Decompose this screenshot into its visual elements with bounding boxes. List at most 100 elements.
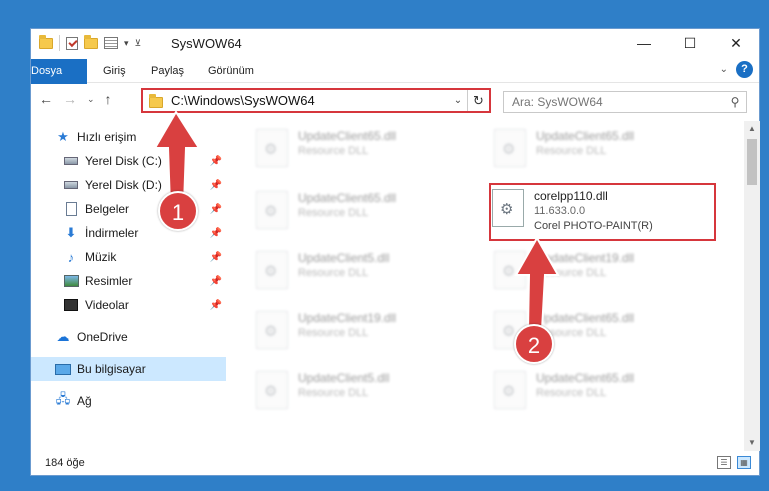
pin-icon[interactable]: 📌 <box>210 276 222 287</box>
quick-access-toolbar: ▾ ⊻ <box>39 34 142 51</box>
list-item[interactable]: UpdateClient19.dll Resource DLL <box>256 307 486 357</box>
up-arrow-icon[interactable]: ↑ <box>105 91 112 107</box>
tab-view[interactable]: Görünüm <box>198 59 264 83</box>
scrollbar-thumb[interactable] <box>747 139 757 185</box>
sidebar-item-label: Belgeler <box>85 202 130 216</box>
folder-icon <box>149 93 163 108</box>
star-icon: ★ <box>57 129 69 144</box>
properties-check-icon[interactable] <box>66 36 78 50</box>
file-description: Resource DLL <box>536 145 607 157</box>
step-2-badge: 2 <box>514 324 554 364</box>
file-list: UpdateClient65.dll Resource DLL UpdateCli… <box>226 121 744 451</box>
search-input[interactable] <box>512 95 724 109</box>
customize-toolbar-icon[interactable]: ⊻ <box>135 38 142 49</box>
minimize-button[interactable]: — <box>621 29 667 57</box>
refresh-icon[interactable]: ↻ <box>467 90 489 111</box>
tab-home[interactable]: Giriş <box>93 59 136 83</box>
details-view-icon[interactable]: ☰ <box>717 456 731 469</box>
file-name: UpdateClient65.dll <box>536 311 635 325</box>
sidebar-item-network[interactable]: 🖧 Ağ <box>31 389 226 413</box>
forward-arrow-icon[interactable]: → <box>63 91 77 107</box>
network-icon: 🖧 <box>55 391 71 406</box>
pin-icon[interactable]: 📌 <box>210 180 222 191</box>
sidebar-item-pictures[interactable]: Resimler 📌 <box>31 269 226 293</box>
file-name: UpdateClient65.dll <box>298 191 397 205</box>
chevron-down-icon[interactable]: ▾ <box>124 38 129 49</box>
search-box[interactable]: ⚲ <box>503 91 747 113</box>
sidebar-item-onedrive[interactable]: ☁ OneDrive <box>31 325 226 349</box>
pin-icon[interactable]: 📌 <box>210 228 222 239</box>
view-switcher: ☰ ▦ <box>717 456 751 469</box>
help-icon[interactable]: ? <box>736 61 753 78</box>
chevron-down-icon[interactable]: ⌄ <box>449 95 467 106</box>
ribbon-tabs: Dosya Giriş Paylaş Görünüm ⌄ ? <box>31 59 759 109</box>
file-description: Resource DLL <box>298 207 369 219</box>
file-description: Resource DLL <box>536 387 607 399</box>
navigation-bar: ← → ⌄ ↑ C:\Windows\SysWOW64 ⌄ ↻ ⚲ <box>31 84 759 116</box>
video-icon <box>63 298 79 312</box>
sidebar-item-quick-access[interactable]: ★ Hızlı erişim <box>31 125 226 149</box>
sidebar-item-label: Yerel Disk (D:) <box>85 178 162 192</box>
list-item[interactable]: UpdateClient19.dll Resource DLL <box>494 247 724 297</box>
dll-file-icon <box>256 371 288 409</box>
drive-icon <box>63 154 79 168</box>
list-item[interactable]: UpdateClient65.dll Resource DLL <box>494 367 724 417</box>
file-name: UpdateClient19.dll <box>536 251 635 265</box>
sidebar-item-label: Resimler <box>85 274 133 288</box>
sidebar-item-downloads[interactable]: ⬇ İndirmeler 📌 <box>31 221 226 245</box>
sidebar-item-label: Müzik <box>85 250 117 264</box>
explorer-window: ▾ ⊻ SysWOW64 — ☐ ✕ Dosya Giriş Paylaş Gö… <box>30 28 760 476</box>
dll-file-icon <box>494 251 526 289</box>
sidebar-item-local-disk-c[interactable]: Yerel Disk (C:) 📌 <box>31 149 226 173</box>
list-item[interactable]: UpdateClient5.dll Resource DLL <box>256 367 486 417</box>
file-description: Resource DLL <box>298 267 369 279</box>
sidebar-item-music[interactable]: ♪ Müzik 📌 <box>31 245 226 269</box>
dll-file-icon <box>494 129 526 167</box>
navigation-buttons: ← → ⌄ ↑ <box>39 91 112 107</box>
sidebar-item-label: Bu bilgisayar <box>77 362 146 376</box>
maximize-button[interactable]: ☐ <box>667 29 713 57</box>
pin-icon[interactable]: 📌 <box>210 156 222 167</box>
dll-file-icon <box>256 129 288 167</box>
pin-icon[interactable]: 📌 <box>210 252 222 263</box>
sidebar-item-this-pc[interactable]: Bu bilgisayar <box>31 357 226 381</box>
list-item[interactable]: UpdateClient65.dll Resource DLL <box>494 125 724 175</box>
recent-locations-icon[interactable]: ⌄ <box>87 94 95 105</box>
file-description: Resource DLL <box>298 387 369 399</box>
music-icon: ♪ <box>67 249 75 265</box>
sidebar-item-label: Videolar <box>85 298 129 312</box>
view-options-icon[interactable] <box>104 37 118 49</box>
list-item[interactable]: UpdateClient65.dll Resource DLL <box>256 187 486 237</box>
list-item[interactable]: UpdateClient5.dll Resource DLL <box>256 247 486 297</box>
folder-icon <box>39 34 53 49</box>
pin-icon[interactable]: 📌 <box>210 300 222 311</box>
file-description: Resource DLL <box>298 327 369 339</box>
address-bar[interactable]: C:\Windows\SysWOW64 ⌄ ↻ <box>141 88 491 113</box>
back-arrow-icon[interactable]: ← <box>39 91 53 107</box>
download-icon: ⬇ <box>65 225 77 240</box>
tiles-view-icon[interactable]: ▦ <box>737 456 751 469</box>
dll-file-icon <box>494 371 526 409</box>
sidebar-item-label: Yerel Disk (C:) <box>85 154 162 168</box>
search-icon[interactable]: ⚲ <box>724 95 746 109</box>
vertical-scrollbar[interactable]: ▲ ▼ <box>744 121 760 451</box>
document-icon <box>63 202 79 216</box>
sidebar-item-local-disk-d[interactable]: Yerel Disk (D:) 📌 <box>31 173 226 197</box>
expand-ribbon-icon[interactable]: ⌄ <box>720 64 728 75</box>
file-highlight-box <box>489 183 716 241</box>
file-description: Resource DLL <box>536 267 607 279</box>
file-name: UpdateClient65.dll <box>298 129 397 143</box>
scroll-down-icon[interactable]: ▼ <box>744 435 760 451</box>
new-folder-icon[interactable] <box>84 34 98 49</box>
sidebar-item-videos[interactable]: Videolar 📌 <box>31 293 226 317</box>
tab-share[interactable]: Paylaş <box>141 59 194 83</box>
dll-file-icon <box>256 191 288 229</box>
list-item[interactable]: UpdateClient65.dll Resource DLL <box>256 125 486 175</box>
close-button[interactable]: ✕ <box>713 29 759 57</box>
drive-icon <box>63 178 79 192</box>
scroll-up-icon[interactable]: ▲ <box>744 121 760 137</box>
pin-icon[interactable]: 📌 <box>210 204 222 215</box>
address-path[interactable]: C:\Windows\SysWOW64 <box>171 93 449 108</box>
toolbar-divider <box>59 35 60 51</box>
navigation-pane: ★ Hızlı erişim Yerel Disk (C:) 📌 Yerel D… <box>31 121 226 451</box>
